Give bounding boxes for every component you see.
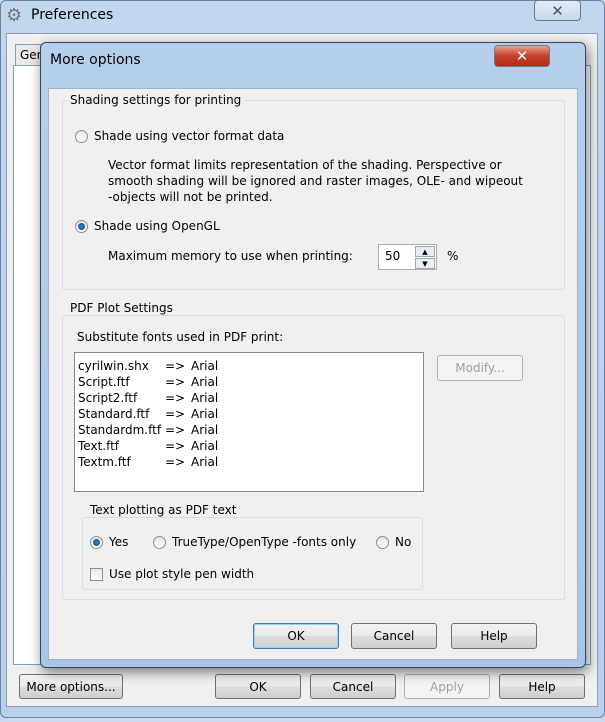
shading-group-label: Shading settings for printing [67,93,245,107]
memory-down-button[interactable]: ▼ [415,258,435,269]
text-yes-radio[interactable]: Yes [90,535,128,549]
dialog-cancel-button[interactable]: Cancel [351,623,437,649]
font-to: Arial [191,455,219,469]
dialog-title: More options [50,52,141,68]
shade-opengl-radio[interactable]: Shade using OpenGL [75,219,220,233]
arrow: => [165,359,186,373]
arrow: => [165,439,186,453]
memory-unit: % [447,249,459,263]
arrow: => [165,423,186,437]
font-to: Arial [191,407,219,421]
font-list-item[interactable]: Script2.ftf => Arial [78,390,420,406]
font-to: Arial [191,359,219,373]
font-to: Arial [191,375,219,389]
preferences-title: Preferences [31,7,114,23]
text-truetype-radio[interactable]: TrueType/OpenType -fonts only [153,535,356,549]
preferences-help-button[interactable]: Help [499,674,585,699]
preferences-close-button[interactable]: ✕ [534,0,581,21]
pdf-group-label: PDF Plot Settings [67,301,176,315]
gear-icon: ⚙ [6,5,23,26]
dialog-help-button[interactable]: Help [451,623,537,649]
modify-button[interactable]: Modify... [437,355,523,381]
font-from: Script2.ftf [78,391,138,405]
pen-width-checkbox[interactable]: Use plot style pen width [90,567,254,581]
font-list-item[interactable]: Script.ftf => Arial [78,374,420,390]
shade-vector-radio[interactable]: Shade using vector format data [75,129,284,143]
radio-button[interactable] [75,219,88,233]
text-plotting-label: Text plotting as PDF text [87,503,240,517]
preferences-cancel-button[interactable]: Cancel [310,674,396,699]
font-list-item[interactable]: Text.ftf => Arial [78,438,420,454]
font-from: Textm.ftf [78,455,131,469]
font-to: Arial [191,423,219,437]
font-to: Arial [191,391,219,405]
preferences-ok-button[interactable]: OK [215,674,301,699]
fonts-label: Substitute fonts used in PDF print: [77,330,284,344]
font-from: Script.ftf [78,375,130,389]
radio-button[interactable] [376,535,389,549]
dialog-ok-button[interactable]: OK [253,623,339,649]
text-no-radio[interactable]: No [376,535,411,549]
preferences-apply-button[interactable]: Apply [404,674,490,699]
font-list-item[interactable]: Standard.ftf => Arial [78,406,420,422]
memory-label: Maximum memory to use when printing: [108,249,353,263]
more-options-button[interactable]: More options... [19,674,123,699]
font-from: Text.ftf [78,439,120,453]
arrow: => [165,391,186,405]
arrow: => [165,455,186,469]
memory-up-button[interactable]: ▲ [415,246,435,257]
fonts-list[interactable]: cyrilwin.shx => Arial Script.ftf => Arial Scri… [74,352,424,492]
font-from: Standardm.ftf [78,423,162,437]
radio-button[interactable] [153,535,166,549]
font-list-item[interactable]: cyrilwin.shx => Arial [78,358,420,374]
font-list-item[interactable]: Standardm.ftf => Arial [78,422,420,438]
dialog-close-button[interactable]: ✕ [494,45,550,67]
radio-button[interactable] [90,535,103,549]
font-to: Arial [191,439,219,453]
font-list-item[interactable]: Textm.ftf => Arial [78,454,420,470]
font-from: cyrilwin.shx [78,359,149,373]
checkbox[interactable] [90,567,103,581]
radio-button[interactable] [75,129,88,143]
vector-description: Vector format limits representation of t… [108,158,523,204]
arrow: => [165,407,186,421]
font-from: Standard.ftf [78,407,150,421]
arrow: => [165,375,186,389]
